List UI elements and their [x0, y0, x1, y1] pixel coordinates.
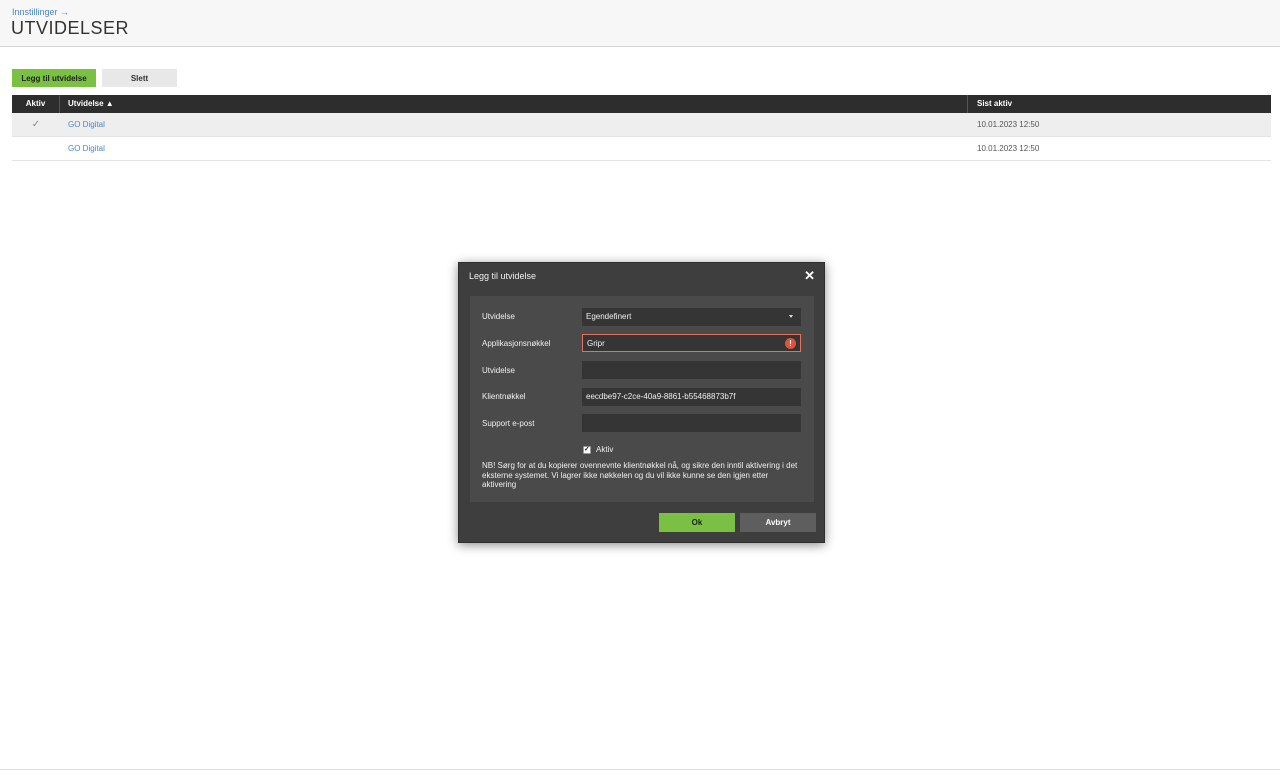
ok-button[interactable]: Ok	[659, 513, 735, 532]
column-divider	[967, 95, 968, 113]
app-key-value: Gripr	[587, 339, 605, 348]
extension-type-label: Utvidelse	[482, 312, 515, 321]
extension-name-input[interactable]	[582, 361, 801, 379]
last-active-value: 10.01.2023 12:50	[977, 120, 1040, 129]
active-check-icon: ✓	[31, 119, 41, 130]
error-icon: !	[785, 338, 796, 349]
checkmark-icon: ✓	[584, 446, 590, 453]
delete-button[interactable]: Slett	[102, 69, 177, 87]
last-active-value: 10.01.2023 12:50	[977, 144, 1040, 153]
support-email-input[interactable]	[582, 414, 801, 432]
active-checkbox-label[interactable]: Aktiv	[596, 445, 613, 454]
page-header: Innstillinger → UTVIDELSER	[0, 0, 1280, 47]
extension-type-select[interactable]: Egendefinert	[582, 308, 801, 326]
table-row[interactable]: GO Digital 10.01.2023 12:50	[12, 137, 1271, 161]
app-key-input[interactable]: Gripr !	[582, 334, 801, 352]
extension-type-value: Egendefinert	[586, 312, 632, 321]
breadcrumb[interactable]: Innstillinger →	[12, 7, 69, 17]
table-row[interactable]: ✓ GO Digital 10.01.2023 12:50	[12, 113, 1271, 137]
cancel-button[interactable]: Avbryt	[740, 513, 816, 532]
support-email-label: Support e-post	[482, 419, 535, 428]
extension-name-link[interactable]: GO Digital	[68, 137, 105, 160]
column-header-last-active[interactable]: Sist aktiv	[977, 95, 1012, 113]
close-icon[interactable]: ✕	[804, 268, 815, 284]
add-extension-button[interactable]: Legg til utvidelse	[12, 69, 96, 87]
app-key-label: Applikasjonsnøkkel	[482, 339, 551, 348]
footer-divider	[0, 769, 1280, 770]
extension-name-link[interactable]: GO Digital	[68, 113, 105, 136]
table-header: Aktiv Utvidelse ▲ Sist aktiv	[12, 95, 1271, 113]
dialog-title: Legg til utvidelse	[469, 271, 537, 281]
page-title: UTVIDELSER	[11, 18, 130, 38]
client-key-note: NB! Sørg for at du kopierer ovennevnte k…	[482, 461, 798, 489]
extensions-table: Aktiv Utvidelse ▲ Sist aktiv ✓ GO Digita…	[12, 95, 1271, 161]
client-key-label: Klientnøkkel	[482, 392, 526, 401]
column-header-extension[interactable]: Utvidelse ▲	[68, 95, 114, 113]
client-key-input[interactable]: eecdbe97-c2ce-40a9-8861-b55468873b7f	[582, 388, 801, 406]
active-checkbox[interactable]: ✓	[583, 446, 591, 454]
add-extension-dialog: Legg til utvidelse ✕ Utvidelse Egendefin…	[458, 262, 825, 543]
column-header-active[interactable]: Aktiv	[12, 95, 60, 113]
extension-name-label: Utvidelse	[482, 366, 515, 375]
chevron-down-icon	[789, 315, 793, 318]
active-check-icon	[12, 137, 60, 160]
dialog-form: Utvidelse Egendefinert Applikasjonsnøkke…	[470, 296, 814, 502]
